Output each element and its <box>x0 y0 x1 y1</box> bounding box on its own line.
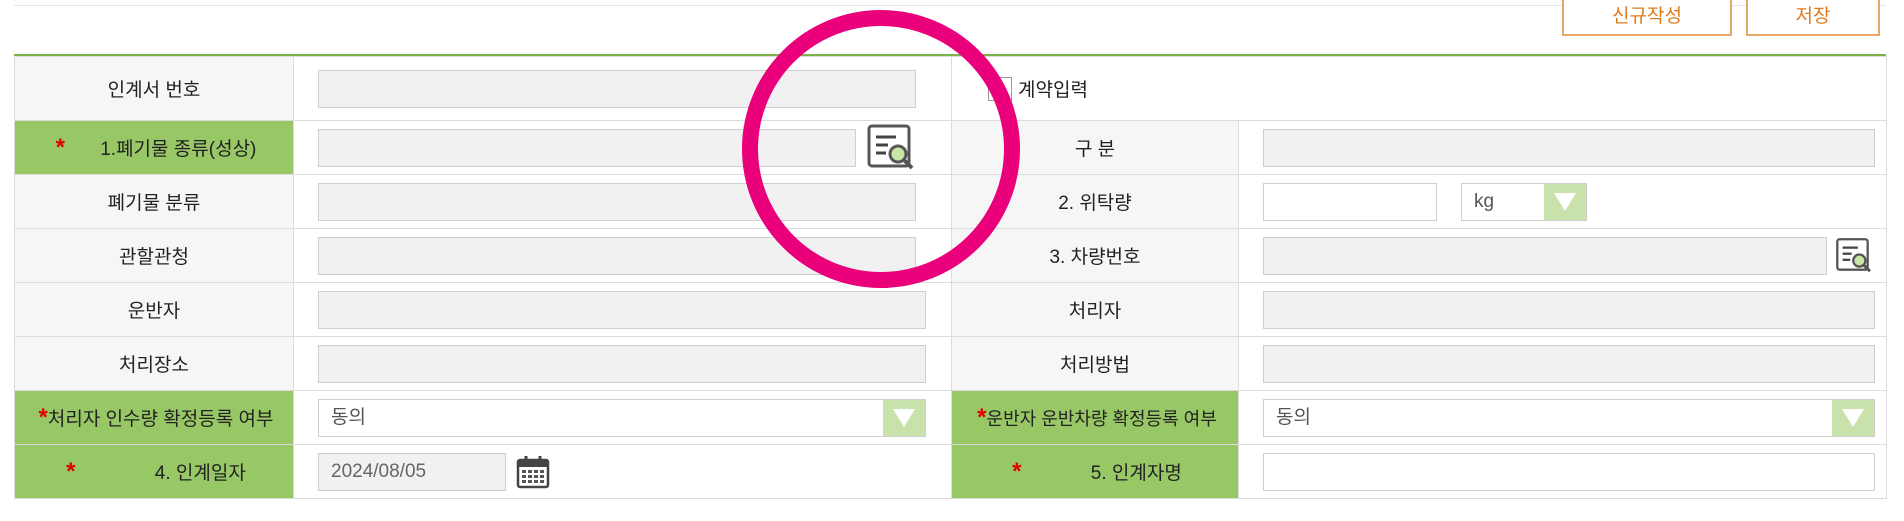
transporter-cell <box>293 282 952 337</box>
save-button[interactable]: 저장 <box>1746 0 1880 36</box>
handover-date-cell <box>293 444 952 499</box>
place-cell <box>293 336 952 391</box>
dropdown-arrow-icon[interactable] <box>1832 399 1874 436</box>
handover-name-input[interactable] <box>1263 452 1875 491</box>
processor-label: 처리자 <box>951 282 1239 337</box>
handover-no-cell <box>293 56 952 121</box>
unit-select[interactable]: kg <box>1461 182 1587 221</box>
waste-class-input[interactable] <box>318 182 916 221</box>
authority-label: 관할관청 <box>14 228 294 283</box>
new-button[interactable]: 신규작성 <box>1562 0 1732 36</box>
handover-no-input[interactable] <box>318 69 916 108</box>
category-input[interactable] <box>1263 128 1875 167</box>
consign-qty-cell: kg <box>1237 174 1888 229</box>
dropdown-arrow-icon[interactable] <box>883 399 925 436</box>
search-list-icon[interactable] <box>866 123 916 173</box>
trans-confirm-select[interactable]: 동의 <box>1263 398 1875 437</box>
contract-input-label: 계약입력 <box>1018 80 1088 101</box>
place-input[interactable] <box>318 344 926 383</box>
waste-class-label: 폐기물 분류 <box>14 174 294 229</box>
handover-no-label: 인계서 번호 <box>14 56 294 121</box>
vehicle-no-cell <box>1237 228 1888 283</box>
method-label: 처리방법 <box>951 336 1239 391</box>
processor-cell <box>1237 282 1888 337</box>
contract-input-checkbox[interactable] <box>988 76 1012 101</box>
calendar-icon[interactable] <box>516 455 550 489</box>
handover-date-label: * 4. 인계일자 <box>14 444 294 499</box>
dropdown-arrow-icon[interactable] <box>1544 183 1586 220</box>
handover-date-input[interactable] <box>318 452 506 491</box>
proc-confirm-select[interactable]: 동의 <box>318 398 926 437</box>
proc-confirm-label: *처리자 인수량 확정등록 여부 <box>14 390 294 445</box>
trans-confirm-label: *운반자 운반차량 확정등록 여부 <box>951 390 1239 445</box>
vehicle-no-input[interactable] <box>1263 236 1827 275</box>
handover-name-cell <box>1237 444 1888 499</box>
handover-name-label: * 5. 인계자명 <box>951 444 1239 499</box>
vehicle-search-icon[interactable] <box>1835 237 1873 275</box>
waste-type-input[interactable] <box>318 128 856 167</box>
contract-input-cell: 계약입력 <box>950 56 1888 121</box>
method-input[interactable] <box>1263 344 1875 383</box>
waste-type-cell <box>293 120 952 175</box>
method-cell <box>1237 336 1888 391</box>
waste-class-cell <box>293 174 952 229</box>
proc-confirm-cell: 동의 <box>293 390 952 445</box>
processor-input[interactable] <box>1263 290 1875 329</box>
place-label: 처리장소 <box>14 336 294 391</box>
waste-type-label: * 1.폐기물 종류(성상) <box>14 120 294 175</box>
category-label: 구 분 <box>951 120 1239 175</box>
handover-form: 인계서 번호 계약입력 * 1.폐기물 종류(성상) 구 분 폐기물 분류 2.… <box>14 56 1888 499</box>
authority-input[interactable] <box>318 236 916 275</box>
category-cell <box>1237 120 1888 175</box>
consign-qty-input[interactable] <box>1263 182 1437 221</box>
consign-qty-label: 2. 위탁량 <box>951 174 1239 229</box>
vehicle-no-label: 3. 차량번호 <box>951 228 1239 283</box>
authority-cell <box>293 228 952 283</box>
transporter-label: 운반자 <box>14 282 294 337</box>
trans-confirm-cell: 동의 <box>1237 390 1888 445</box>
transporter-input[interactable] <box>318 290 926 329</box>
